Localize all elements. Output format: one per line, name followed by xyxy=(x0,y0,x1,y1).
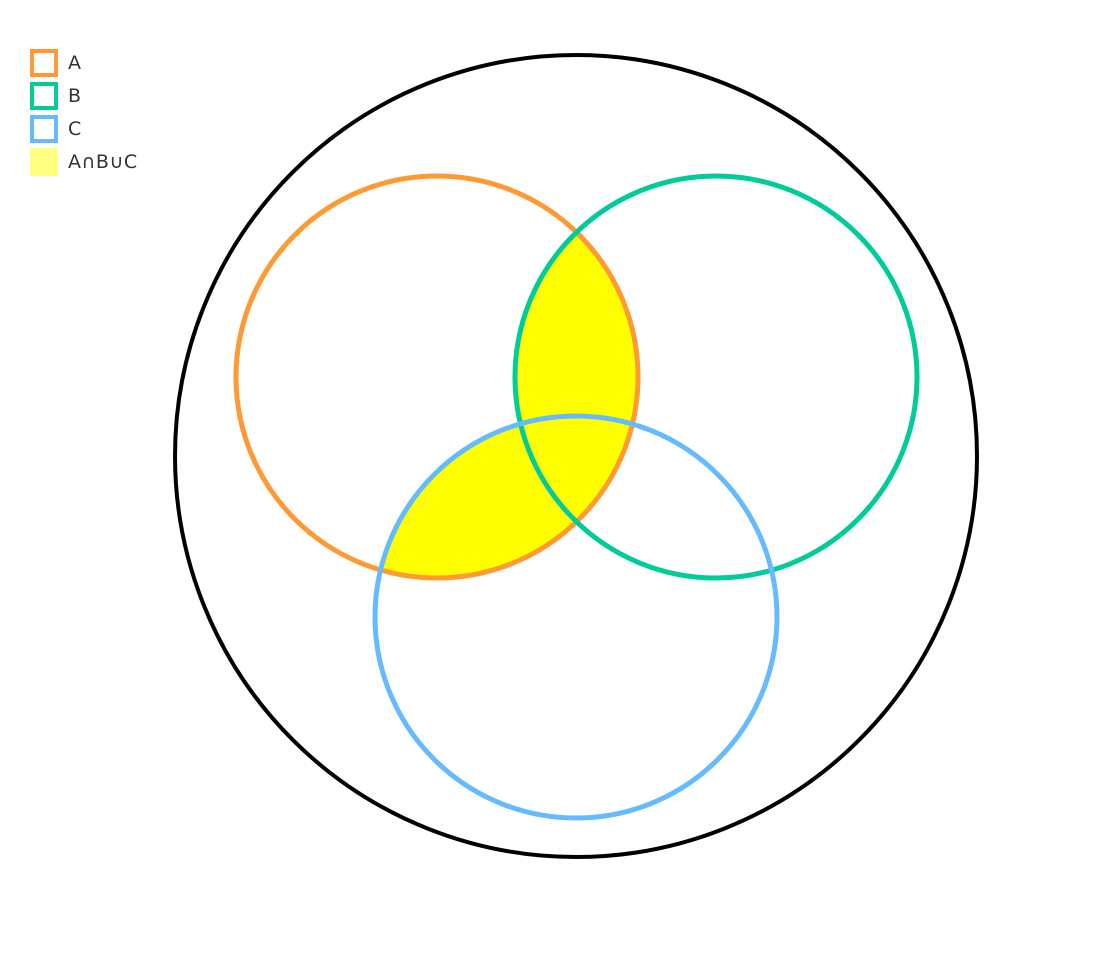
legend-swatch-highlight xyxy=(30,147,58,176)
legend-item-c: C xyxy=(30,112,138,145)
venn-diagram xyxy=(173,53,979,859)
legend-label-a: A xyxy=(68,51,82,74)
highlight-region xyxy=(375,176,638,578)
legend-label-b: B xyxy=(68,84,82,107)
legend-swatch-b xyxy=(30,81,58,110)
legend-label-c: C xyxy=(68,117,82,140)
legend-item-a: A xyxy=(30,46,138,79)
legend-swatch-a xyxy=(30,48,58,77)
legend: A B C A∩B∪C xyxy=(30,46,138,178)
legend-item-b: B xyxy=(30,79,138,112)
legend-item-highlight: A∩B∪C xyxy=(30,145,138,178)
legend-label-highlight: A∩B∪C xyxy=(68,150,138,173)
legend-swatch-c xyxy=(30,114,58,143)
